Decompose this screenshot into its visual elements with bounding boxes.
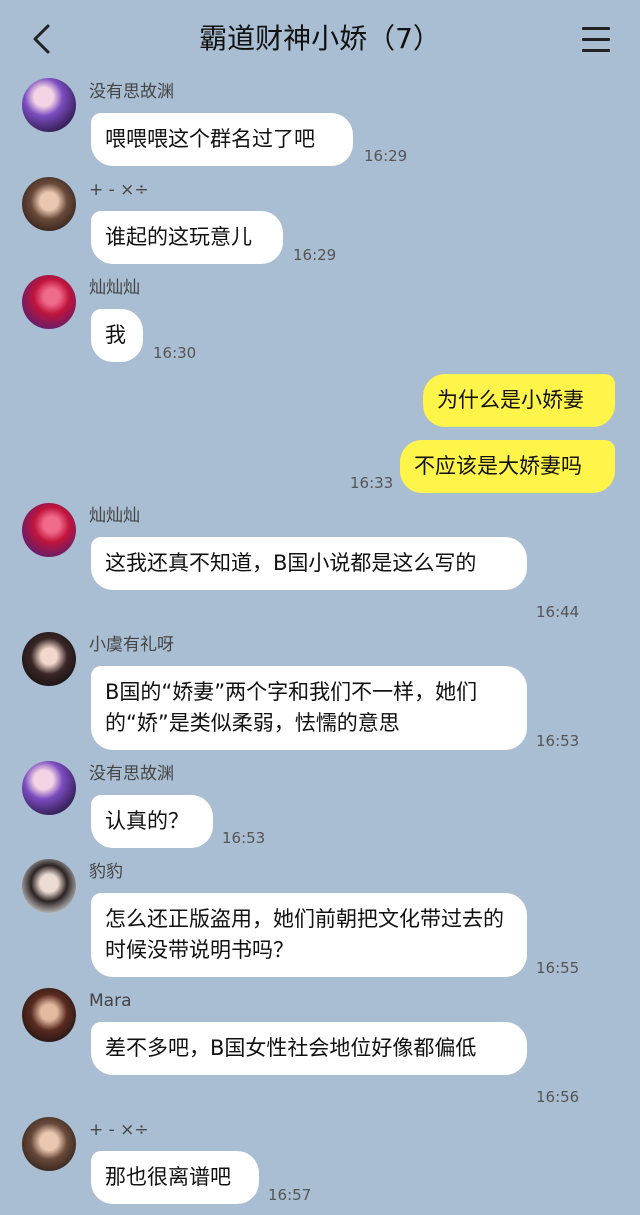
sender-name: 灿灿灿 bbox=[89, 506, 140, 526]
group-title: 霸道财神小娇（7） bbox=[199, 22, 441, 55]
message-bubble[interactable]: 我 bbox=[91, 309, 143, 362]
sender-name: 没有思故渊 bbox=[89, 82, 174, 102]
message-bubble[interactable]: 这我还真不知道，B国小说都是这么写的 bbox=[91, 537, 527, 590]
message-time: 16:56 bbox=[536, 1088, 580, 1106]
sender-name: + - ×÷ bbox=[89, 180, 149, 200]
avatar[interactable] bbox=[22, 503, 76, 557]
my-message-bubble[interactable]: 不应该是大娇妻吗 bbox=[400, 440, 615, 493]
message-time: 16:53 bbox=[536, 732, 580, 750]
avatar[interactable] bbox=[22, 275, 76, 329]
menu-icon[interactable] bbox=[582, 27, 610, 53]
message-time: 16:29 bbox=[364, 147, 408, 165]
message-bubble[interactable]: 喂喂喂这个群名过了吧 bbox=[91, 113, 353, 166]
message-time: 16:55 bbox=[536, 959, 580, 977]
sender-name: + - ×÷ bbox=[89, 1120, 149, 1140]
avatar[interactable] bbox=[22, 859, 76, 913]
avatar[interactable] bbox=[22, 78, 76, 132]
sender-name: 没有思故渊 bbox=[89, 764, 174, 784]
my-message-bubble[interactable]: 为什么是小娇妻 bbox=[423, 374, 615, 427]
message-bubble[interactable]: 那也很离谱吧 bbox=[91, 1151, 259, 1204]
avatar[interactable] bbox=[22, 761, 76, 815]
message-time: 16:57 bbox=[268, 1186, 312, 1204]
message-time: 16:29 bbox=[293, 246, 337, 264]
chat-header: 霸道财神小娇（7） bbox=[0, 0, 640, 78]
message-time: 16:44 bbox=[536, 603, 580, 621]
avatar[interactable] bbox=[22, 177, 76, 231]
avatar[interactable] bbox=[22, 1117, 76, 1171]
message-bubble[interactable]: 差不多吧，B国女性社会地位好像都偏低 bbox=[91, 1022, 527, 1075]
message-bubble[interactable]: 怎么还正版盗用，她们前朝把文化带过去的时候没带说明书吗？ bbox=[91, 893, 527, 977]
avatar[interactable] bbox=[22, 632, 76, 686]
message-time: 16:33 bbox=[350, 474, 394, 492]
sender-name: 豹豹 bbox=[89, 862, 123, 882]
message-bubble[interactable]: B国的“娇妻”两个字和我们不一样，她们的“娇”是类似柔弱，怯懦的意思 bbox=[91, 666, 527, 750]
sender-name: 灿灿灿 bbox=[89, 278, 140, 298]
avatar[interactable] bbox=[22, 988, 76, 1042]
sender-name: 小虞有礼呀 bbox=[89, 635, 174, 655]
sender-name: Mara bbox=[89, 991, 132, 1011]
message-time: 16:30 bbox=[153, 344, 197, 362]
message-time: 16:53 bbox=[222, 829, 266, 847]
message-bubble[interactable]: 谁起的这玩意儿 bbox=[91, 211, 283, 264]
message-bubble[interactable]: 认真的？ bbox=[91, 795, 213, 848]
